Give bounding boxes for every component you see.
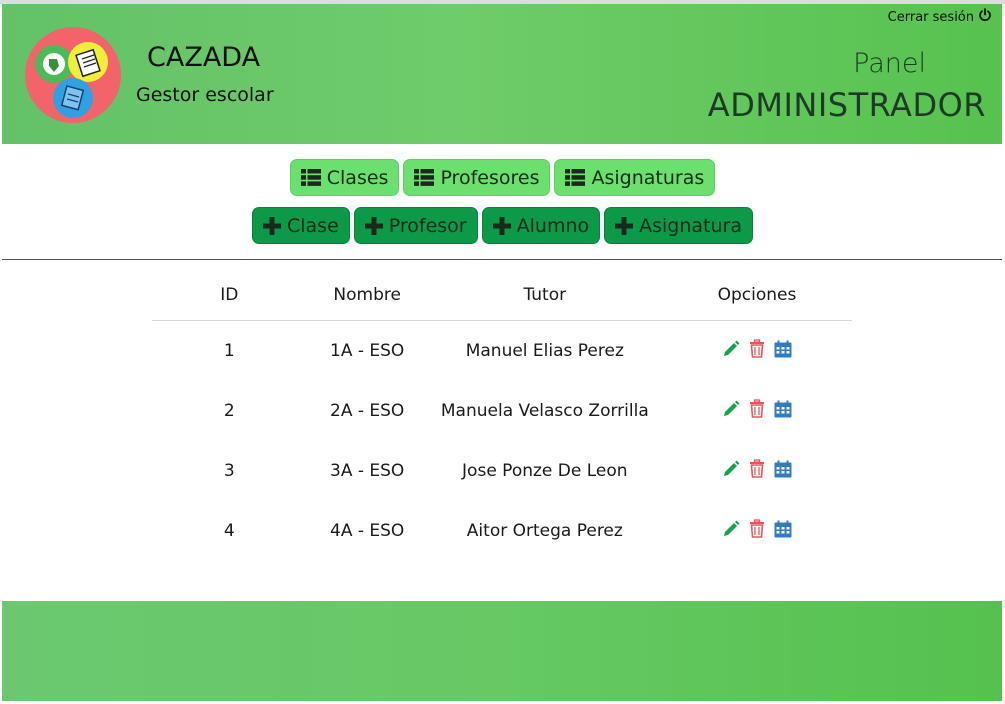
calendar-icon[interactable] xyxy=(774,460,792,478)
table-row: 2 2A - ESO Manuela Velasco Zorrilla xyxy=(152,381,852,441)
list-icon xyxy=(565,169,586,186)
cell-id: 3 xyxy=(223,461,235,481)
add-asignatura-label: Asignatura xyxy=(639,214,742,237)
edit-pencil-icon[interactable] xyxy=(722,400,740,418)
calendar-icon[interactable] xyxy=(774,520,792,538)
plus-icon xyxy=(492,216,511,235)
table-row: 3 3A - ESO Jose Ponze De Leon xyxy=(152,441,852,501)
column-header-nombre: Nombre xyxy=(306,270,428,321)
cell-nombre: 4A - ESO xyxy=(330,521,405,541)
asignaturas-label: Asignaturas xyxy=(591,166,705,189)
delete-trash-icon[interactable] xyxy=(749,459,765,479)
section-divider xyxy=(2,259,1002,260)
add-profesor-label: Profesor xyxy=(388,214,467,237)
plus-icon xyxy=(364,216,383,235)
profesores-label: Profesores xyxy=(440,166,540,189)
panel-role: ADMINISTRADOR xyxy=(707,86,986,124)
delete-trash-icon[interactable] xyxy=(749,519,765,539)
edit-pencil-icon[interactable] xyxy=(722,340,740,358)
cell-id: 2 xyxy=(223,401,235,421)
add-alumno-label: Alumno xyxy=(516,214,590,237)
column-header-tutor: Tutor xyxy=(427,270,662,321)
table-row: 1 1A - ESO Manuel Elias Perez xyxy=(152,321,852,382)
cell-nombre: 3A - ESO xyxy=(330,461,405,481)
brand-title: CAZADA xyxy=(147,42,261,73)
column-header-opciones: Opciones xyxy=(661,270,852,321)
cell-nombre: 1A - ESO xyxy=(330,341,405,361)
clases-list-button[interactable]: Clases xyxy=(289,159,400,196)
app-logo xyxy=(24,26,122,124)
list-buttons-row: Clases Profesores Asignaturas xyxy=(0,159,1005,196)
list-icon xyxy=(414,169,435,186)
clases-label: Clases xyxy=(326,166,389,189)
panel-label: Panel xyxy=(853,48,926,79)
cell-tutor: Aitor Ortega Perez xyxy=(466,521,623,541)
calendar-icon[interactable] xyxy=(774,400,792,418)
table-header-row: ID Nombre Tutor Opciones xyxy=(152,270,852,321)
calendar-icon[interactable] xyxy=(774,340,792,358)
delete-trash-icon[interactable] xyxy=(749,339,765,359)
plus-icon xyxy=(262,216,281,235)
add-asignatura-button[interactable]: Asignatura xyxy=(604,207,753,244)
power-icon xyxy=(978,8,992,26)
table-row: 4 4A - ESO Aitor Ortega Perez xyxy=(152,501,852,561)
logout-button[interactable]: Cerrar sesión xyxy=(888,8,992,26)
cell-opciones xyxy=(662,441,852,501)
edit-pencil-icon[interactable] xyxy=(722,520,740,538)
add-buttons-row: Clase Profesor Alumno Asignatura xyxy=(0,207,1005,244)
profesores-list-button[interactable]: Profesores xyxy=(403,159,551,196)
add-clase-label: Clase xyxy=(286,214,339,237)
cell-id: 4 xyxy=(223,521,235,541)
add-clase-button[interactable]: Clase xyxy=(251,207,350,244)
brand-subtitle: Gestor escolar xyxy=(136,84,274,106)
plus-icon xyxy=(615,216,634,235)
cell-tutor: Manuela Velasco Zorrilla xyxy=(440,401,649,421)
cell-nombre: 2A - ESO xyxy=(330,401,405,421)
logout-label: Cerrar sesión xyxy=(887,9,974,25)
cell-opciones xyxy=(662,321,852,382)
cell-tutor: Jose Ponze De Leon xyxy=(462,461,628,481)
clases-table: ID Nombre Tutor Opciones 1 1A - ESO Manu… xyxy=(152,270,852,561)
delete-trash-icon[interactable] xyxy=(749,399,765,419)
add-alumno-button[interactable]: Alumno xyxy=(481,207,601,244)
column-header-id: ID xyxy=(152,270,307,321)
cell-tutor: Manuel Elias Perez xyxy=(465,341,624,361)
cell-opciones xyxy=(662,501,852,561)
cell-opciones xyxy=(662,381,852,441)
footer-bar xyxy=(2,601,1002,701)
edit-pencil-icon[interactable] xyxy=(722,460,740,478)
asignaturas-list-button[interactable]: Asignaturas xyxy=(554,159,716,196)
header-bar: Cerrar sesión CAZADA Gestor escolar Pane… xyxy=(2,4,1002,144)
cell-id: 1 xyxy=(223,341,235,361)
list-icon xyxy=(300,169,321,186)
add-profesor-button[interactable]: Profesor xyxy=(353,207,478,244)
